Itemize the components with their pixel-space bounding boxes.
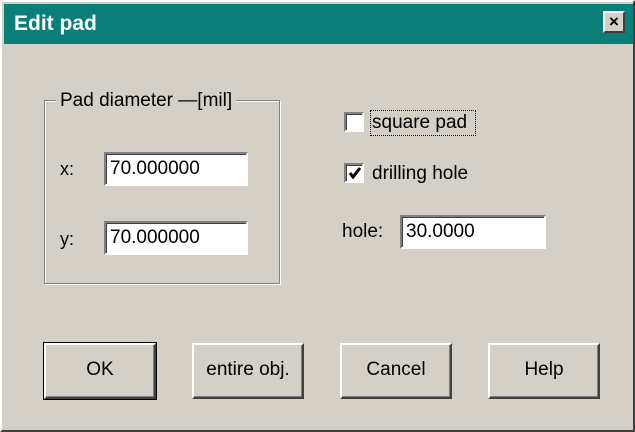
close-icon: × [609, 12, 619, 31]
pad-diameter-group [44, 100, 280, 284]
drilling-hole-label[interactable]: drilling hole [372, 163, 468, 185]
checkmark-icon [348, 167, 362, 180]
hole-label: hole: [342, 221, 384, 242]
square-pad-label[interactable]: square pad [372, 112, 467, 134]
dialog-title: Edit pad [14, 12, 97, 35]
x-input[interactable]: 70.000000 [104, 152, 248, 186]
ok-button[interactable]: OK [43, 342, 157, 400]
pad-diameter-legend: Pad diameter —[mil] [56, 90, 237, 112]
y-input[interactable]: 70.000000 [104, 221, 248, 255]
edit-pad-dialog: Edit pad × Pad diameter —[mil] x: 70.000… [0, 0, 635, 432]
drilling-hole-checkbox[interactable] [344, 163, 364, 183]
title-bar[interactable]: Edit pad × [4, 4, 633, 44]
y-label: y: [60, 229, 75, 249]
close-button[interactable]: × [603, 11, 625, 33]
hole-input[interactable]: 30.0000 [400, 215, 546, 249]
help-button[interactable]: Help [488, 343, 600, 399]
square-pad-checkbox[interactable] [344, 112, 364, 132]
entire-obj-button[interactable]: entire obj. [192, 343, 304, 399]
x-label: x: [60, 159, 75, 179]
cancel-button[interactable]: Cancel [340, 343, 452, 399]
